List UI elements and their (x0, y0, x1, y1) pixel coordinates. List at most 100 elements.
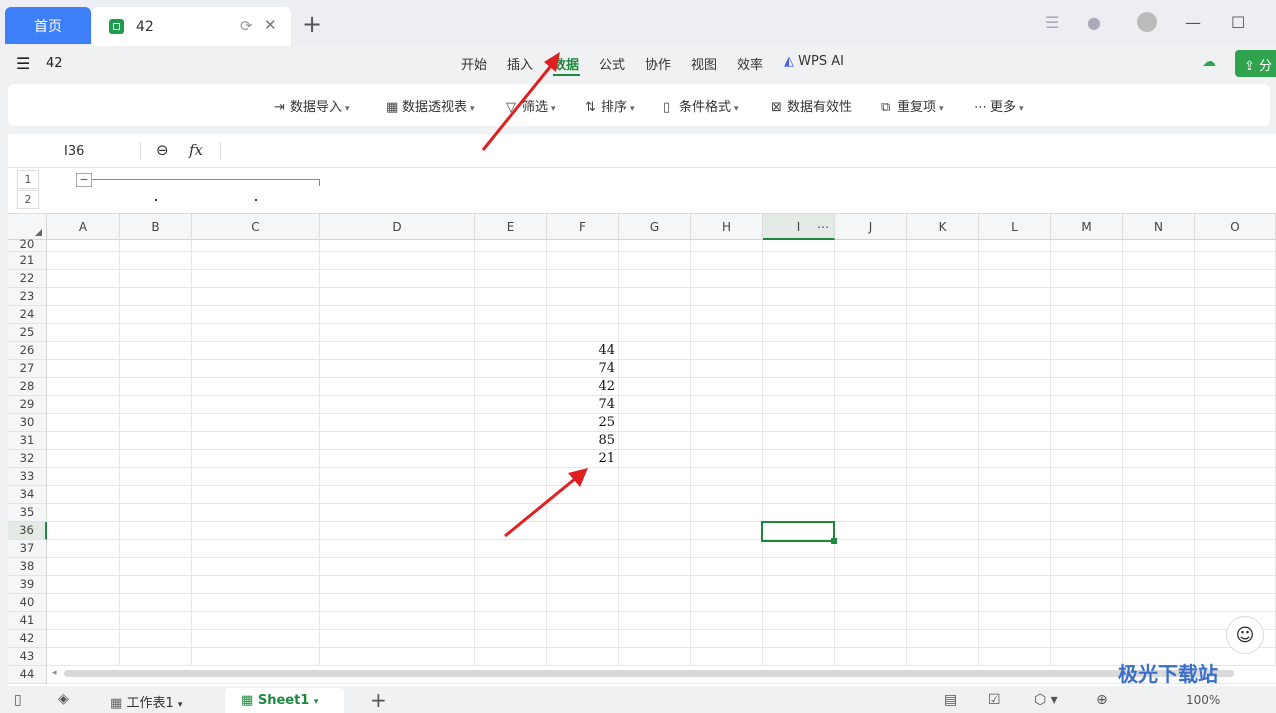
cell-f28[interactable]: 42 (547, 379, 619, 394)
horizontal-scrollbar[interactable] (64, 670, 1234, 677)
row-header-34[interactable]: 34 (8, 486, 47, 504)
row-header-42[interactable]: 42 (8, 630, 47, 648)
sheet-tab-worksheet1[interactable]: ▦ 工作表1 ▾ (110, 692, 182, 711)
row-gridline (47, 341, 1276, 342)
list-icon[interactable]: ☰ (1045, 13, 1059, 32)
row-header-26[interactable]: 26 (8, 342, 47, 360)
outline-collapse-button[interactable]: − (76, 173, 92, 187)
row-header-24[interactable]: 24 (8, 306, 47, 324)
column-header-f[interactable]: F (547, 214, 619, 240)
row-header-39[interactable]: 39 (8, 576, 47, 594)
row-header-20[interactable]: 20 (8, 238, 47, 252)
row-header-36[interactable]: 36 (8, 522, 47, 540)
sheet-icon: ▦ (241, 693, 254, 708)
reload-icon[interactable]: ⟳ (240, 17, 253, 35)
column-header-e[interactable]: E (475, 214, 547, 240)
row-header-37[interactable]: 37 (8, 540, 47, 558)
row-header-23[interactable]: 23 (8, 288, 47, 306)
sheet-tab-sheet1[interactable]: ▦ Sheet1 ▾ (225, 688, 344, 713)
column-header-j[interactable]: J (835, 214, 907, 240)
cell-reference-box[interactable]: I36 (64, 144, 84, 159)
column-header-n[interactable]: N (1123, 214, 1195, 240)
sort-button[interactable]: ⇅ 排序 ▾ (585, 96, 635, 115)
row-header-28[interactable]: 28 (8, 378, 47, 396)
row-header-44[interactable]: 44 (8, 666, 47, 684)
home-tab[interactable]: 首页 (5, 7, 91, 44)
column-header-i[interactable]: I ⋯ (763, 214, 835, 240)
fill-handle[interactable] (831, 538, 837, 544)
share-button[interactable]: ⇪ 分 (1235, 50, 1276, 77)
row-header-31[interactable]: 31 (8, 432, 47, 450)
chat-icon[interactable]: ● (1087, 13, 1101, 32)
row-header-29[interactable]: 29 (8, 396, 47, 414)
cell-f31[interactable]: 85 (547, 433, 619, 448)
document-tab-title: 42 (136, 18, 154, 35)
check-icon[interactable]: ☑ (988, 692, 1001, 708)
zoom-search-icon[interactable]: ⊖ (156, 141, 169, 159)
menu-efficiency[interactable]: 效率 (737, 54, 763, 73)
menu-view[interactable]: 视图 (691, 54, 717, 73)
pivot-table-button[interactable]: ▦ 数据透视表 ▾ (386, 96, 475, 115)
menu-wps-ai[interactable]: ◭ WPS AI (784, 54, 844, 69)
view-icon[interactable]: ⊕ (1096, 692, 1108, 708)
layers-icon[interactable]: ◈ (58, 691, 69, 707)
add-sheet-icon[interactable]: + (370, 688, 387, 712)
column-header-c[interactable]: C (192, 214, 320, 240)
document-tab[interactable]: 42 ⟳ ✕ (92, 7, 291, 46)
more-label: 更多 (990, 100, 1017, 115)
menu-collaborate[interactable]: 协作 (645, 54, 671, 73)
scroll-left-icon[interactable]: ◂ (52, 668, 57, 678)
column-header-k[interactable]: K (907, 214, 979, 240)
active-cell[interactable] (761, 521, 835, 542)
close-tab-icon[interactable]: ✕ (264, 16, 277, 34)
row-header-22[interactable]: 22 (8, 270, 47, 288)
hamburger-menu-icon[interactable]: ☰ (16, 54, 30, 73)
menu-formula[interactable]: 公式 (599, 54, 625, 73)
cell-f27[interactable]: 74 (547, 361, 619, 376)
row-header-38[interactable]: 38 (8, 558, 47, 576)
row-header-25[interactable]: 25 (8, 324, 47, 342)
row-header-40[interactable]: 40 (8, 594, 47, 612)
column-menu-icon[interactable]: ⋯ (817, 214, 829, 240)
column-header-a[interactable]: A (47, 214, 120, 240)
row-header-27[interactable]: 27 (8, 360, 47, 378)
column-header-b[interactable]: B (120, 214, 192, 240)
column-header-l[interactable]: L (979, 214, 1051, 240)
fx-icon[interactable]: fx (189, 141, 203, 159)
pivot-table-label: 数据透视表 (402, 100, 468, 115)
row-gridline (47, 593, 1276, 594)
avatar[interactable] (1137, 12, 1157, 32)
row-header-41[interactable]: 41 (8, 612, 47, 630)
cell-f26[interactable]: 44 (547, 343, 619, 358)
zoom-level[interactable]: 100% (1186, 693, 1220, 707)
conditional-format-button[interactable]: ▯ 条件格式 ▾ (663, 96, 739, 115)
cell-f29[interactable]: 74 (547, 397, 619, 412)
column-header-g[interactable]: G (619, 214, 691, 240)
data-import-button[interactable]: ⇥ 数据导入 ▾ (274, 96, 350, 115)
row-header-21[interactable]: 21 (8, 252, 47, 270)
row-header-43[interactable]: 43 (8, 648, 47, 666)
cloud-sync-icon[interactable]: ☁ (1202, 54, 1216, 70)
column-header-d[interactable]: D (320, 214, 475, 240)
outline-level-1[interactable]: 1 (17, 170, 39, 189)
sidebar-toggle-icon[interactable]: ▯ (14, 692, 22, 708)
column-header-m[interactable]: M (1051, 214, 1123, 240)
outline-level-2[interactable]: 2 (17, 190, 39, 209)
protect-icon[interactable]: ⬡ ▾ (1034, 692, 1058, 708)
notes-icon[interactable]: ▤ (944, 692, 957, 708)
row-header-30[interactable]: 30 (8, 414, 47, 432)
minimize-icon[interactable]: — (1185, 13, 1201, 32)
assistant-icon[interactable]: ☺ (1226, 616, 1264, 654)
data-validation-button[interactable]: ⊠ 数据有效性 (771, 96, 852, 115)
column-header-h[interactable]: H (691, 214, 763, 240)
maximize-icon[interactable]: ☐ (1231, 13, 1245, 32)
column-header-o[interactable]: O (1195, 214, 1276, 240)
duplicates-button[interactable]: ⧉ 重复项 ▾ (881, 96, 944, 115)
row-gridline (47, 395, 1276, 396)
more-button[interactable]: ⋯ 更多 ▾ (974, 96, 1024, 115)
row-header-33[interactable]: 33 (8, 468, 47, 486)
new-tab-icon[interactable]: + (302, 10, 322, 38)
row-header-32[interactable]: 32 (8, 450, 47, 468)
cell-f30[interactable]: 25 (547, 415, 619, 430)
row-header-35[interactable]: 35 (8, 504, 47, 522)
